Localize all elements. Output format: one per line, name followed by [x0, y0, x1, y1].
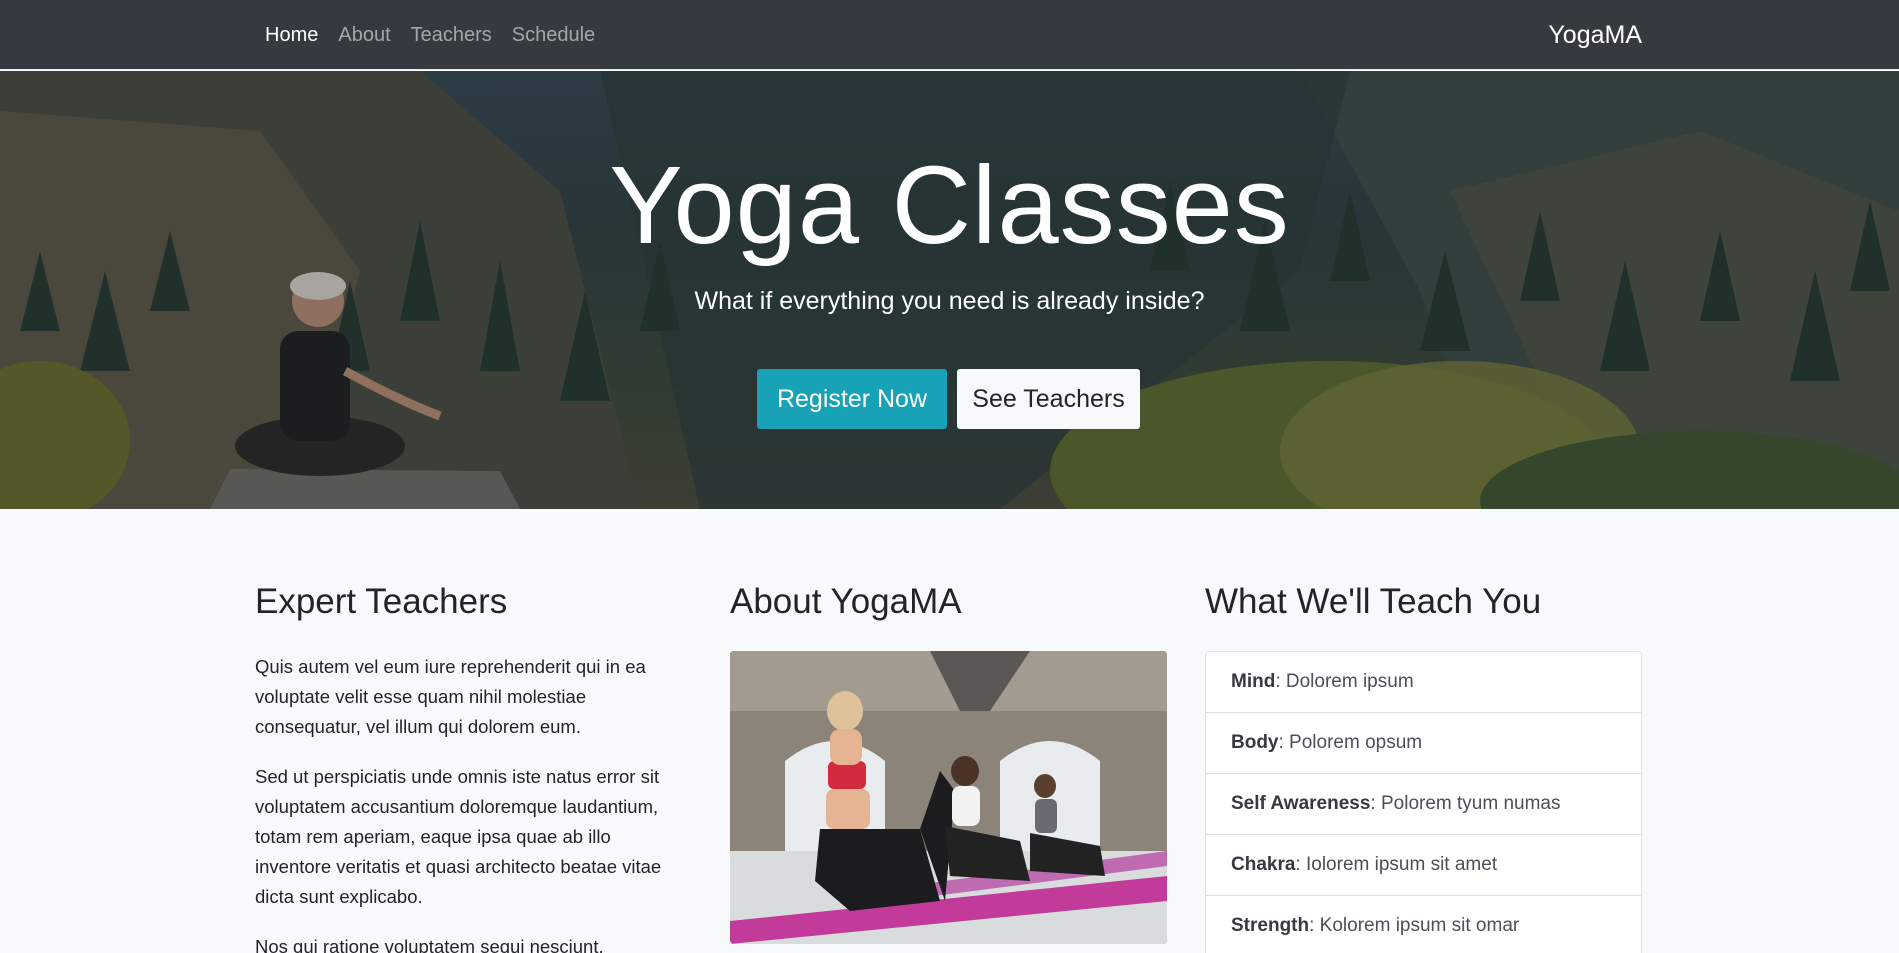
register-now-button[interactable]: Register Now: [757, 369, 947, 429]
list-item-strength: Strength: Kolorem ipsum sit omar: [1206, 896, 1641, 953]
list-item-self-awareness: Self Awareness: Polorem tyum numas: [1206, 774, 1641, 835]
list-item-chakra: Chakra: Iolorem ipsum sit amet: [1206, 835, 1641, 896]
list-item-term: Body: [1231, 732, 1279, 753]
list-item-term: Strength: [1231, 915, 1310, 936]
list-item-body: Body: Polorem opsum: [1206, 713, 1641, 774]
brand-logo[interactable]: YogaMA: [1548, 0, 1642, 70]
expert-teachers-section: Expert Teachers Quis autem vel eum iure …: [255, 580, 692, 953]
nav-link-schedule[interactable]: Schedule: [512, 24, 595, 47]
list-item-desc: : Polorem tyum numas: [1370, 793, 1561, 814]
nav-link-teachers[interactable]: Teachers: [411, 24, 492, 47]
nav-link-about[interactable]: About: [338, 24, 390, 47]
hero-title: Yoga Classes: [609, 144, 1290, 267]
hero-subtitle: What if everything you need is already i…: [694, 287, 1205, 315]
list-item-desc: : Polorem opsum: [1278, 732, 1423, 753]
expert-teachers-heading: Expert Teachers: [255, 582, 508, 621]
teach-list: Mind: Dolorem ipsum Body: Polorem opsum …: [1205, 651, 1642, 953]
list-item-term: Mind: [1231, 671, 1276, 692]
list-item-term: Self Awareness: [1231, 793, 1371, 814]
yoga-class-photo: [730, 651, 1167, 944]
nav-link-home[interactable]: Home: [265, 24, 318, 47]
list-item-mind: Mind: Dolorem ipsum: [1206, 652, 1641, 713]
list-item-desc: : Iolorem ipsum sit amet: [1295, 854, 1498, 875]
teachers-paragraph: Sed ut perspiciatis unde omnis iste natu…: [255, 766, 662, 907]
about-heading: About YogaMA: [730, 582, 962, 621]
teachers-paragraph: Quis autem vel eum iure reprehenderit qu…: [255, 656, 646, 737]
hero-banner: Yoga Classes What if everything you need…: [0, 71, 1899, 509]
list-item-desc: : Kolorem ipsum sit omar: [1309, 915, 1520, 936]
list-item-term: Chakra: [1231, 854, 1296, 875]
list-item-desc: : Dolorem ipsum: [1275, 671, 1414, 692]
see-teachers-button[interactable]: See Teachers: [957, 369, 1140, 429]
teach-heading: What We'll Teach You: [1205, 582, 1542, 621]
about-section: About YogaMA: [730, 580, 1167, 944]
navbar: Home About Teachers Schedule YogaMA: [0, 0, 1899, 70]
teachers-paragraph: Nos qui ratione voluptatem sequi nesciun…: [255, 936, 604, 953]
teach-section: What We'll Teach You Mind: Dolorem ipsum…: [1205, 580, 1642, 953]
nav-links: Home About Teachers Schedule: [265, 0, 615, 70]
